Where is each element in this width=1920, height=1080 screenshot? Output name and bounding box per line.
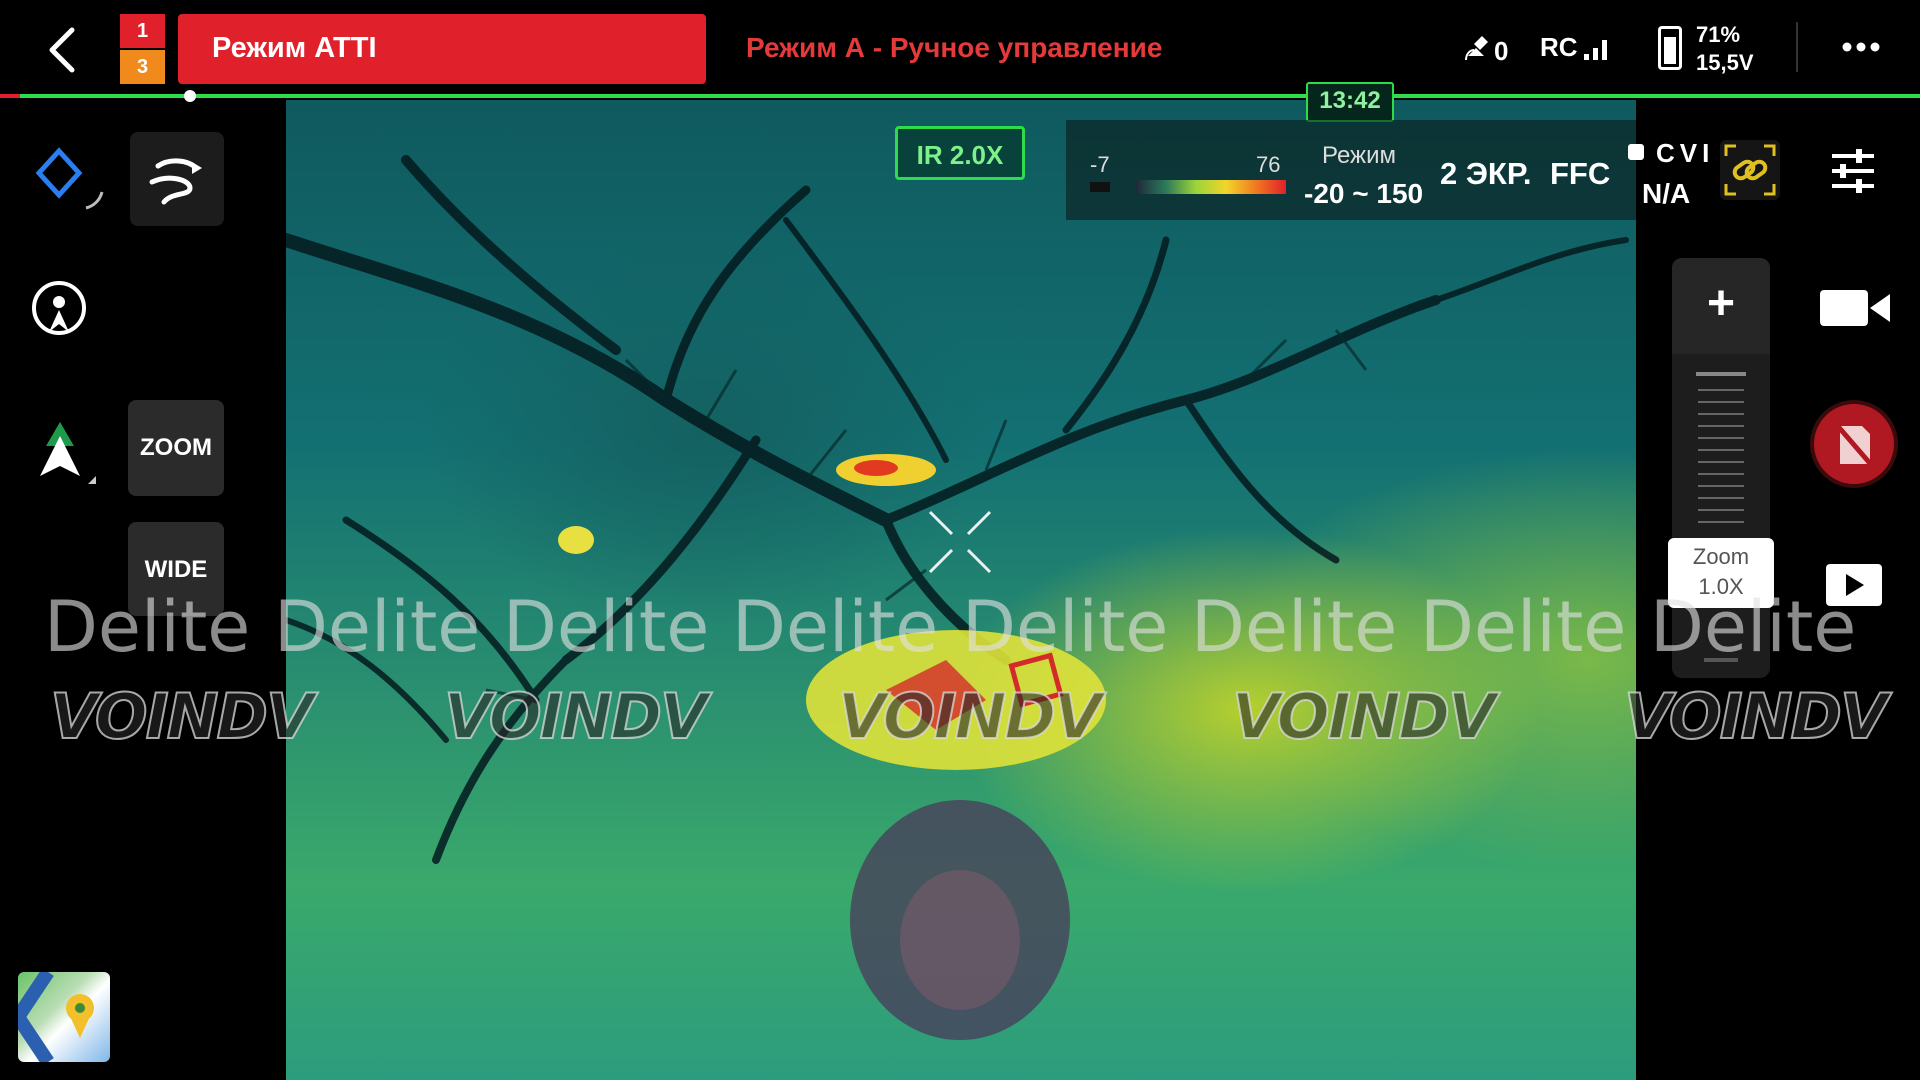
zoom-camera-button[interactable]: ZOOM	[128, 400, 224, 496]
no-sd-card-icon	[1834, 422, 1876, 470]
temperature-scale-max: 76	[1256, 152, 1281, 177]
watermark-text: Delite	[732, 586, 939, 668]
battery-icon	[1658, 26, 1682, 70]
compass-arrow-icon[interactable]	[34, 416, 96, 496]
back-button[interactable]	[38, 22, 88, 78]
ir-zoom-indicator[interactable]: IR 2.0X	[895, 126, 1025, 180]
progress-start-marker	[0, 94, 20, 98]
waypoint-diamond-icon[interactable]	[34, 146, 104, 216]
video-camera-icon[interactable]	[1818, 286, 1892, 330]
more-menu-button[interactable]	[1842, 40, 1882, 54]
watermark-logo: VOINDV	[1623, 679, 1889, 754]
mode-badge-top: 1	[120, 14, 165, 48]
watermark-logo: VOINDV	[49, 679, 315, 754]
battery-percent: 71%	[1696, 22, 1741, 47]
flight-path-icon	[149, 158, 202, 205]
range-mode-title: Режим	[1322, 142, 1396, 169]
back-arrow-icon	[49, 27, 75, 73]
flight-mode-banner[interactable]: Режим ATTI	[178, 14, 706, 84]
battery-voltage: 15,5V	[1696, 50, 1754, 75]
split-screen-button[interactable]: 2 ЭКР.	[1440, 156, 1531, 192]
lock-icon	[1628, 144, 1644, 160]
temperature-palette-bar[interactable]	[1136, 180, 1286, 194]
rc-label: RC	[1540, 32, 1578, 62]
settings-sliders-icon[interactable]	[1826, 144, 1880, 198]
flight-mode-label: Режим ATTI	[212, 32, 377, 64]
watermark-text: Delite	[962, 586, 1169, 668]
temperature-range[interactable]: -20 ~ 150	[1304, 178, 1423, 210]
watermark-logo: VOINDV	[1231, 679, 1497, 754]
satellite-icon	[1462, 34, 1492, 64]
home-point-icon[interactable]	[30, 278, 90, 342]
watermark-logo: VOINDV	[837, 679, 1103, 754]
divider	[1796, 22, 1798, 72]
zoom-tooltip-label: Zoom	[1692, 544, 1750, 569]
record-button[interactable]	[1810, 400, 1898, 488]
link-icon[interactable]	[1720, 140, 1780, 200]
flight-time: 13:42	[1306, 82, 1394, 122]
progress-handle[interactable]	[184, 90, 196, 102]
ffc-button[interactable]: FFC	[1550, 156, 1610, 192]
watermark-text: Delite	[44, 586, 251, 668]
watermark-text: Delite	[274, 586, 481, 668]
watermark-text: Delite	[1650, 586, 1857, 668]
flight-progress-bar	[0, 94, 1920, 98]
cvi-label: CVI	[1656, 138, 1715, 168]
watermark-text: Delite	[503, 586, 710, 668]
flight-path-button[interactable]	[130, 132, 224, 226]
more-dots-icon	[1842, 42, 1880, 52]
zoom-in-button[interactable]: +	[1672, 258, 1770, 354]
watermark-text: Delite	[1191, 586, 1398, 668]
temperature-scale-min: -7	[1090, 152, 1110, 177]
mode-badge-bottom: 3	[120, 50, 165, 84]
map-thumbnail-icon[interactable]	[18, 972, 110, 1062]
satellite-count: 0	[1494, 36, 1509, 66]
scale-marker	[1090, 182, 1110, 192]
watermark-text: Delite	[1420, 586, 1627, 668]
cvi-value: N/A	[1642, 178, 1691, 209]
watermark-logo: VOINDV	[443, 679, 709, 754]
rc-signal-icon	[1582, 36, 1612, 62]
control-mode-label: Режим А - Ручное управление	[746, 32, 1163, 63]
